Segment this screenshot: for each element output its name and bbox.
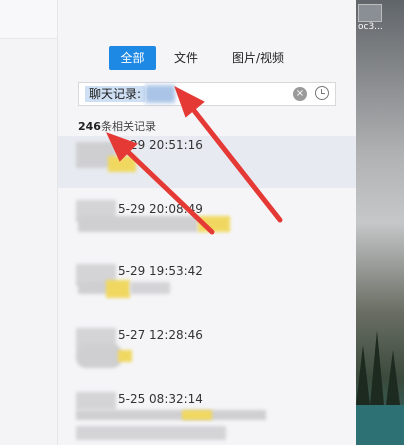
clear-icon[interactable]: × xyxy=(293,87,307,101)
redacted-query-blur xyxy=(145,85,175,103)
redacted-highlight xyxy=(182,410,212,420)
redacted-message xyxy=(78,216,198,232)
redacted-highlight xyxy=(118,350,132,362)
lake xyxy=(356,405,404,445)
pine-tree xyxy=(356,345,370,405)
message-time: 5-27 12:28:46 xyxy=(118,328,203,342)
result-count-number: 246 xyxy=(78,120,101,133)
desktop-icon-label: oc3... xyxy=(358,22,383,32)
redacted-message xyxy=(76,410,266,420)
left-pane-header xyxy=(0,0,57,39)
list-item[interactable]: 5-29 20:08:49 xyxy=(58,196,356,246)
list-item[interactable]: 5-27 12:28:46 xyxy=(58,322,356,380)
redacted-message xyxy=(76,344,122,368)
search-input[interactable]: 聊天记录: × xyxy=(78,82,336,106)
message-time: 5-29 19:53:42 xyxy=(118,264,203,278)
list-item[interactable]: 5-29 20:51:16 xyxy=(58,136,356,188)
redacted-highlight xyxy=(108,156,136,172)
tab-all[interactable]: 全部 xyxy=(109,46,156,70)
redacted-message xyxy=(130,282,170,294)
results-list: 5-29 20:51:16 5-29 20:08:49 5-29 19:53:4… xyxy=(58,136,356,445)
left-pane xyxy=(0,0,58,445)
message-time: 5-25 08:32:14 xyxy=(118,392,203,406)
search-panel: 全部 文件 图片/视频 聊天记录: × 246条相关记录 5-29 20:51:… xyxy=(58,0,356,445)
redacted-avatar xyxy=(76,392,116,410)
search-query-text: 聊天记录: xyxy=(85,86,146,102)
redacted-highlight xyxy=(106,280,130,298)
pine-tree xyxy=(370,330,384,405)
result-count-label: 条相关记录 xyxy=(100,120,156,133)
message-time: 5-29 20:08:49 xyxy=(118,202,203,216)
pine-tree xyxy=(386,350,400,405)
redacted-message xyxy=(76,426,226,440)
tab-files[interactable]: 文件 xyxy=(168,46,204,70)
result-count: 246条相关记录 xyxy=(78,118,156,134)
tab-images-videos[interactable]: 图片/视频 xyxy=(226,46,290,70)
message-time: 5-29 20:51:16 xyxy=(118,138,203,152)
redacted-highlight xyxy=(198,216,230,232)
desktop-background: oc3... xyxy=(356,0,404,445)
list-item[interactable]: 5-29 19:53:42 xyxy=(58,260,356,310)
desktop-file-icon[interactable] xyxy=(358,4,382,22)
list-item[interactable]: 5-25 08:32:14 xyxy=(58,388,356,445)
history-icon[interactable] xyxy=(315,86,329,100)
